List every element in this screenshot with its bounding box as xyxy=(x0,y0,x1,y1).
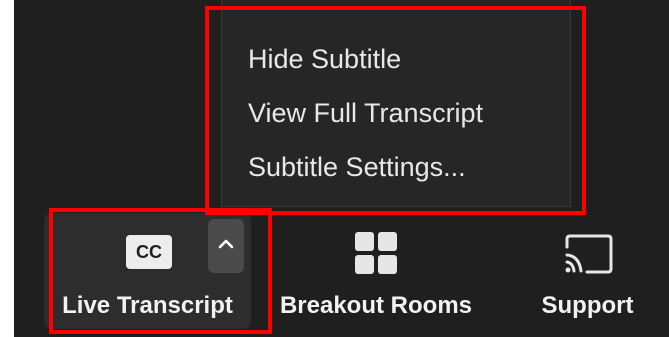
support-button[interactable]: Support xyxy=(510,213,665,329)
cc-icon: CC xyxy=(126,235,172,269)
live-transcript-menu: Hide Subtitle View Full Transcript Subti… xyxy=(221,0,571,207)
chevron-up-icon xyxy=(218,239,234,249)
breakout-rooms-button[interactable]: Breakout Rooms xyxy=(266,213,486,329)
cast-icon xyxy=(565,234,613,274)
support-label: Support xyxy=(541,292,634,319)
live-transcript-options-caret[interactable] xyxy=(208,219,244,273)
grid-icon xyxy=(355,232,397,274)
live-transcript-button[interactable]: CC Live Transcript xyxy=(44,213,251,329)
subtitle-settings-menu-item[interactable]: Subtitle Settings... xyxy=(248,150,466,184)
breakout-rooms-label: Breakout Rooms xyxy=(279,292,473,319)
hide-subtitle-menu-item[interactable]: Hide Subtitle xyxy=(248,42,401,76)
live-transcript-label: Live Transcript xyxy=(62,292,233,319)
view-full-transcript-menu-item[interactable]: View Full Transcript xyxy=(248,96,483,130)
